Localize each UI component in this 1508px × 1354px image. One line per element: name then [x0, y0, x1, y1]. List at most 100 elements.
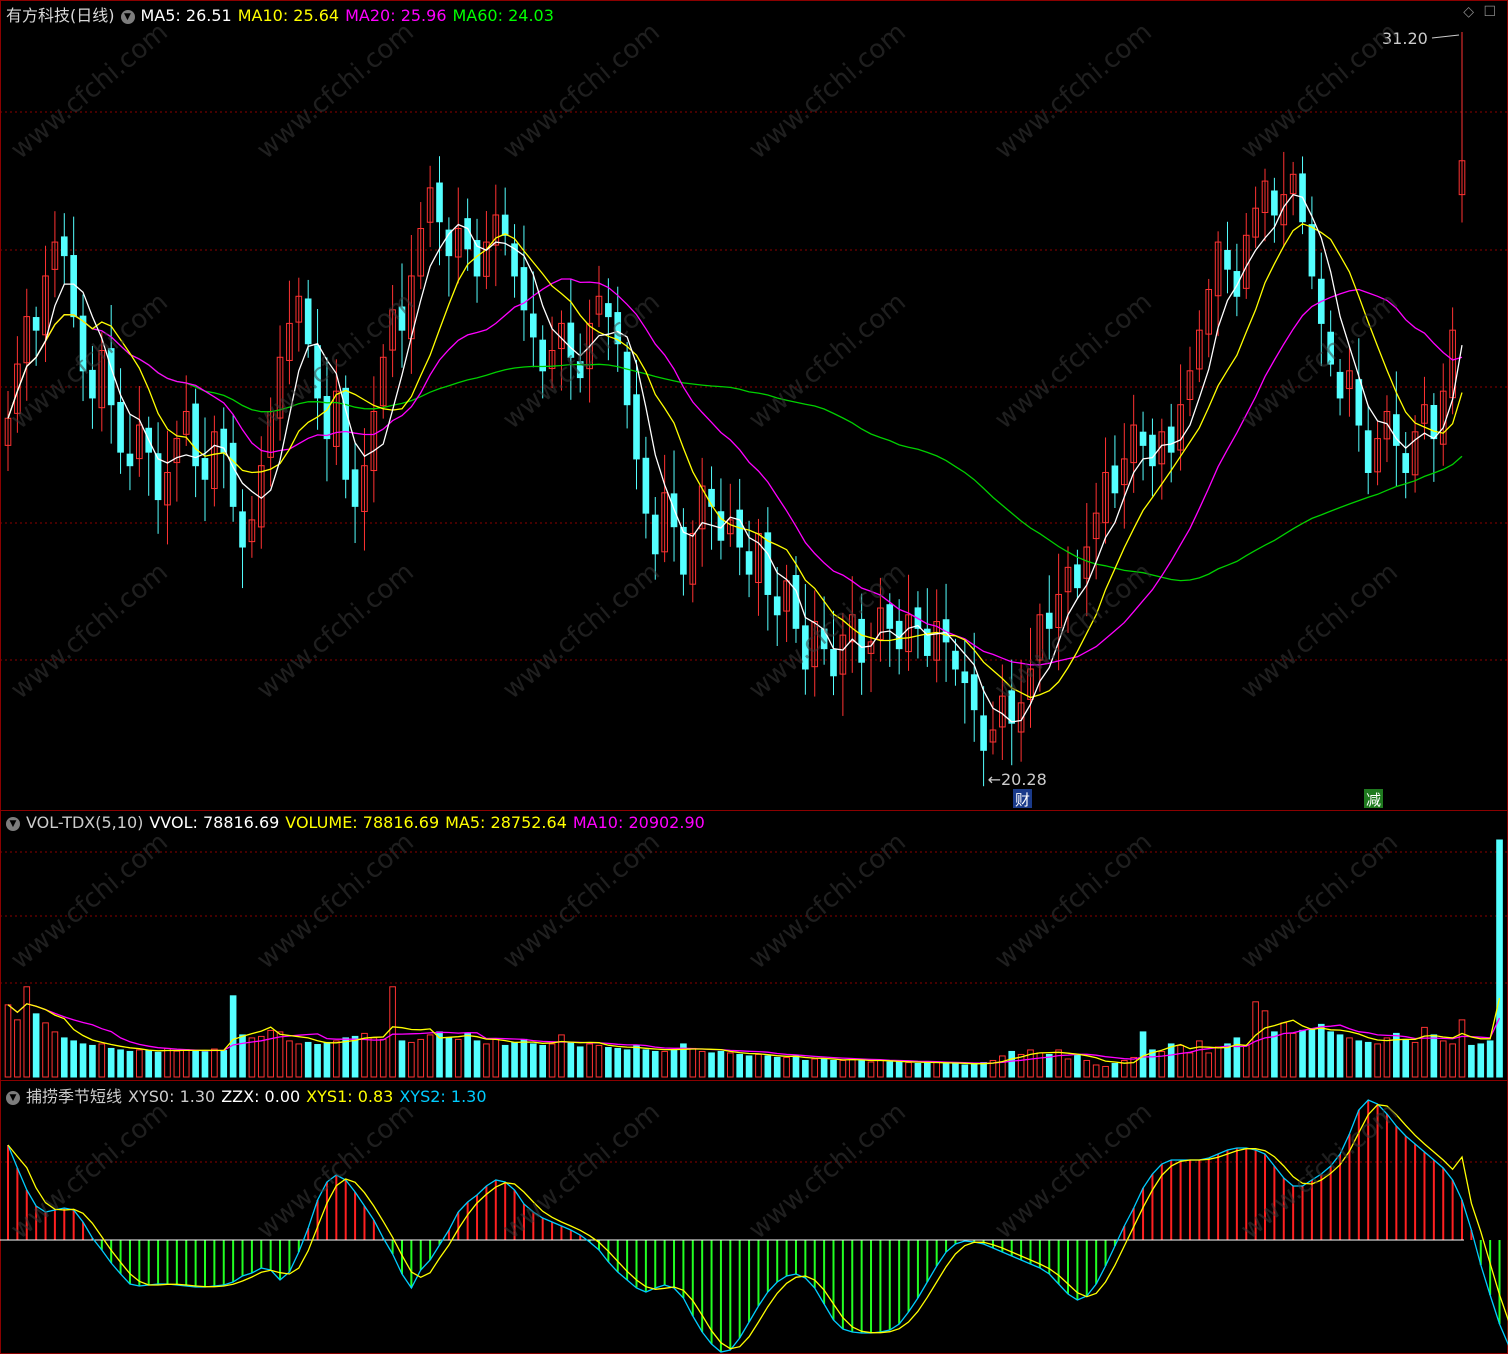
volume-bar — [773, 1056, 781, 1078]
volume-bar — [548, 1043, 556, 1078]
candle-body — [745, 551, 753, 575]
volume-bar — [914, 1062, 922, 1078]
volume-bar — [98, 1043, 106, 1078]
candle-body — [501, 214, 509, 236]
volume-bar — [23, 986, 31, 1078]
candle-body — [304, 298, 312, 345]
volume-bar — [1083, 1059, 1091, 1078]
volume-bar — [1008, 1050, 1016, 1078]
volume-bar — [1402, 1038, 1410, 1078]
zzx-legend: ZZX: 0.00 — [221, 1087, 301, 1106]
volume-bar — [408, 1041, 415, 1078]
volume-bar — [473, 1040, 481, 1078]
candle-body — [60, 236, 68, 257]
volume-bar — [1364, 1041, 1372, 1078]
volume-bar — [633, 1044, 640, 1078]
volume-bar — [51, 1031, 59, 1078]
cai-marker-label: 财 — [1015, 791, 1030, 809]
volume-bar — [1458, 1019, 1466, 1078]
volume-bar — [42, 1022, 49, 1078]
watermark-text: www.cfchi.com — [497, 557, 666, 705]
watermark-text: www.cfchi.com — [1235, 827, 1404, 975]
settings-icon[interactable]: ▼ — [6, 1090, 20, 1105]
watermark-text: www.cfchi.com — [251, 287, 420, 435]
volume-bar — [117, 1049, 124, 1078]
chart-canvas: 31.20←20.28财减 www.cfchi.com www.cfchi.com… — [0, 0, 1508, 1354]
vvol-legend: VVOL: 78816.69 — [149, 813, 280, 832]
candle-body — [464, 218, 471, 250]
volume-bar — [323, 1041, 331, 1078]
volume-bar — [698, 1050, 706, 1078]
volume-bar — [1299, 1029, 1306, 1078]
candle-body — [1233, 271, 1241, 297]
diamond-icon[interactable]: ◇ — [1463, 4, 1474, 20]
stock-name: 有方科技(日线) — [6, 6, 115, 25]
candle-body — [952, 650, 959, 670]
volume-bar — [1289, 1032, 1297, 1078]
volume-bar — [1252, 1001, 1259, 1078]
volume-bar — [248, 1037, 256, 1078]
candle-body — [1111, 465, 1119, 494]
volume-bar — [201, 1051, 209, 1078]
volume-bar — [1224, 1043, 1231, 1078]
volume-bar — [1186, 1052, 1194, 1078]
volume-bar — [1102, 1065, 1109, 1078]
volume-bar — [839, 1059, 847, 1078]
watermark-text: www.cfchi.com — [743, 827, 912, 975]
candle-body — [530, 313, 537, 338]
volume-bar — [304, 1041, 312, 1078]
volume-bar — [89, 1044, 96, 1078]
volume-bar — [539, 1044, 547, 1078]
volume-bar — [1280, 1022, 1288, 1078]
volume-bar — [389, 986, 396, 1078]
price-legend: 有方科技(日线) ▼ MA5: 26.51 MA10: 25.64 MA20: 25.9… — [6, 2, 560, 26]
candle-body — [680, 526, 687, 575]
watermark-text: www.cfchi.com — [5, 17, 174, 165]
volume-bar — [276, 1031, 284, 1078]
volume-bar — [1233, 1037, 1241, 1078]
volume-bar — [1317, 1023, 1325, 1078]
volume-bar — [136, 1049, 143, 1078]
volume-bar — [952, 1062, 959, 1078]
candle-body — [642, 457, 650, 514]
volume-legend: ▼ VOL-TDX(5,10) VVOL: 78816.69 VOLUME: 7881… — [6, 813, 711, 832]
candle-body — [651, 514, 659, 555]
ma60-legend: MA60: 24.03 — [452, 6, 554, 25]
volume-bar — [848, 1058, 856, 1078]
watermark-text: www.cfchi.com — [989, 827, 1158, 975]
volume-bar — [154, 1051, 162, 1078]
settings-icon[interactable]: ▼ — [120, 9, 135, 24]
candle-body — [1308, 224, 1316, 277]
candle-body — [154, 453, 162, 501]
volume-bar — [792, 1055, 800, 1078]
volume-bar — [830, 1059, 837, 1078]
volume-bar — [1336, 1034, 1344, 1078]
candle-body — [1336, 371, 1344, 399]
watermark-text: www.cfchi.com — [743, 1097, 912, 1245]
volume-bar — [670, 1049, 678, 1078]
low-price-label: ←20.28 — [988, 770, 1047, 789]
volume-bar — [1449, 1043, 1456, 1078]
volume-bar — [689, 1047, 697, 1078]
high-arrow — [1431, 34, 1460, 39]
candle-body — [436, 182, 443, 223]
volume-bar — [1064, 1058, 1072, 1078]
expand-icon[interactable]: ☐ — [1483, 4, 1496, 20]
volume-bar — [107, 1047, 115, 1078]
candle-body — [980, 715, 987, 751]
volume-bar — [426, 1034, 434, 1078]
volume-bar — [501, 1044, 509, 1078]
volume-bar — [970, 1063, 978, 1078]
candle-body — [830, 649, 837, 677]
volume-bar — [1308, 1028, 1316, 1078]
volume-bar — [1167, 1043, 1175, 1078]
volume-bar — [1242, 1044, 1250, 1078]
volume-bar — [257, 1035, 265, 1078]
volume-bar — [1055, 1049, 1062, 1078]
candle-body — [1139, 431, 1147, 446]
settings-icon[interactable]: ▼ — [6, 816, 20, 831]
volume-bar — [1346, 1037, 1353, 1078]
volume-bar — [286, 1040, 293, 1078]
annotation-layer: 31.20←20.28财减 — [988, 29, 1460, 809]
volume-bar — [295, 1043, 303, 1078]
